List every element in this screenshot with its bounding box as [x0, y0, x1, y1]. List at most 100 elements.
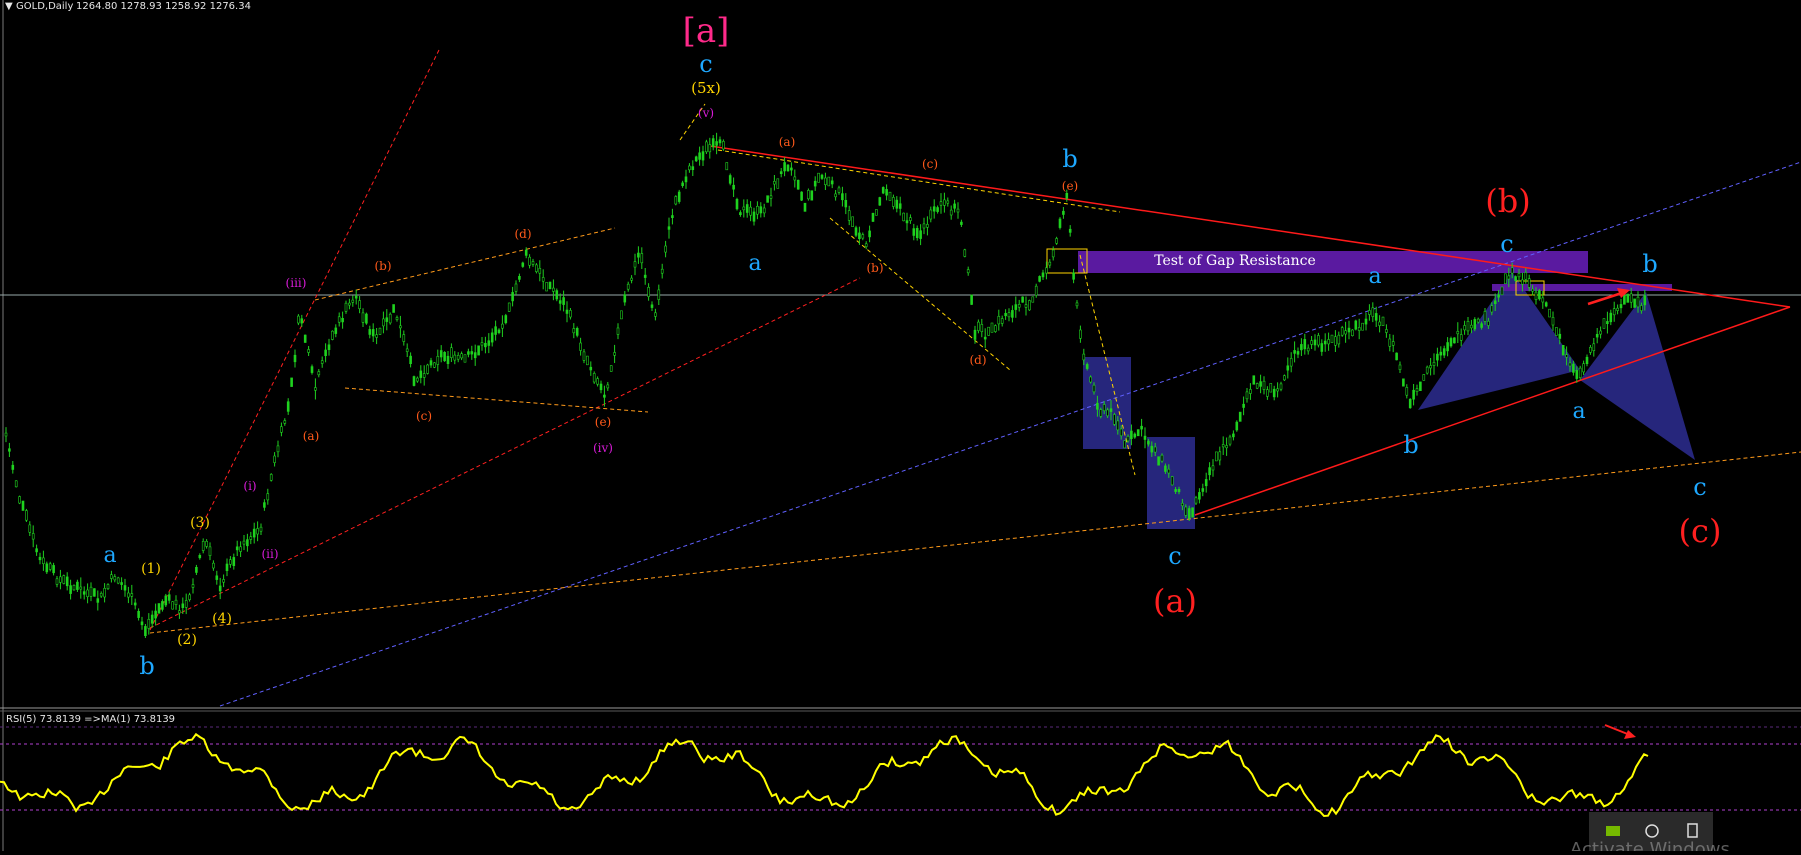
candle-body — [1612, 308, 1616, 316]
candle-body — [1228, 436, 1232, 445]
wave-label-bracket-a: [a] — [683, 11, 730, 51]
candle-body — [1327, 339, 1330, 345]
candle-body — [1079, 329, 1082, 339]
candle-body — [1507, 275, 1511, 280]
candle-body — [1582, 363, 1585, 373]
candle-body — [667, 226, 671, 230]
candle-body — [477, 345, 480, 356]
candle-body — [1565, 354, 1568, 358]
candle-body — [732, 184, 735, 190]
candle-body — [412, 376, 416, 386]
candle-body — [579, 342, 582, 351]
candle-body — [973, 329, 977, 340]
candle-body — [1123, 440, 1126, 449]
candle-body — [637, 252, 640, 258]
candle-body — [405, 348, 409, 352]
candle-body — [905, 220, 909, 224]
candle-body — [742, 206, 746, 211]
candle-body — [127, 592, 130, 598]
candle-body — [1592, 343, 1596, 351]
candle-body — [902, 212, 905, 222]
candle-body — [609, 365, 613, 372]
candle-body — [735, 199, 739, 210]
candle-body — [1633, 298, 1636, 308]
candle-body — [382, 318, 385, 327]
candle-body — [1602, 318, 1606, 329]
chart-header-arrow[interactable]: ▼ — [5, 1, 13, 12]
candle-body — [467, 351, 470, 355]
candle-body — [1181, 502, 1184, 506]
candle-body — [1157, 456, 1160, 466]
candle-body — [1334, 336, 1337, 346]
candle-body — [956, 208, 960, 213]
candle-body — [48, 563, 52, 570]
candle-body — [140, 621, 144, 626]
candle-body — [331, 330, 334, 340]
candle-body — [1500, 286, 1504, 296]
candle-body — [1242, 403, 1245, 408]
candle-body — [759, 206, 763, 214]
candle-body — [1640, 305, 1643, 311]
candle-body — [1439, 351, 1443, 356]
candle-body — [229, 559, 232, 565]
candle-body — [688, 165, 691, 171]
candle-body — [953, 203, 956, 209]
candle-body — [939, 201, 943, 206]
candle-body — [1034, 285, 1038, 296]
candle-body — [171, 601, 174, 610]
candle-body — [1225, 445, 1228, 449]
candle-body — [1259, 381, 1262, 387]
candle-body — [1347, 327, 1351, 333]
candle-body — [1150, 445, 1154, 453]
candle-body — [796, 179, 800, 190]
candle-body — [487, 340, 491, 346]
candle-body — [769, 195, 773, 199]
candle-body — [1534, 291, 1538, 300]
candle-body — [1453, 337, 1456, 344]
candle-body — [14, 480, 18, 488]
candle-body — [1126, 435, 1130, 442]
candle-body — [861, 234, 865, 239]
candle-body — [1330, 334, 1334, 343]
wave-label-a-2: a — [748, 251, 761, 276]
candle-body — [1415, 388, 1419, 392]
wave-label-y2: (2) — [177, 632, 197, 648]
candle-body — [1323, 340, 1327, 345]
candle-body — [1354, 320, 1358, 330]
candle-body — [463, 354, 467, 363]
wave-label-y1: (1) — [141, 561, 161, 577]
candle-body — [239, 546, 242, 552]
chart-window: ▼ GOLD,Daily 1264.80 1278.93 1258.92 127… — [0, 0, 1801, 855]
candle-body — [307, 349, 310, 353]
candle-body — [31, 533, 35, 540]
candle-body — [1211, 465, 1215, 471]
candle-body — [565, 309, 569, 314]
candle-body — [99, 593, 103, 597]
candle-body — [1113, 414, 1116, 425]
candle-body — [1266, 389, 1269, 397]
candle-body — [161, 601, 164, 610]
candle-body — [722, 141, 725, 150]
candle-body — [824, 177, 827, 185]
candle-body — [110, 574, 113, 579]
nvidia-icon[interactable] — [1606, 826, 1620, 836]
candle-body — [1208, 467, 1211, 476]
candle-body — [1167, 468, 1171, 474]
candle-body — [133, 602, 137, 606]
candle-body — [416, 377, 419, 382]
candle-body — [1419, 381, 1422, 391]
candle-body — [1232, 433, 1235, 438]
candle-body — [841, 193, 844, 201]
candle-body — [419, 370, 423, 378]
candle-body — [1133, 433, 1137, 438]
candle-body — [779, 171, 783, 175]
candle-body — [303, 334, 307, 343]
candle-body — [674, 196, 678, 205]
candle-body — [4, 432, 8, 437]
candle-body — [1432, 362, 1436, 366]
candle-body — [1221, 444, 1225, 448]
candle-body — [1616, 307, 1619, 311]
candle-body — [1136, 429, 1140, 437]
candle-body — [1072, 272, 1075, 280]
candle-body — [647, 286, 650, 297]
